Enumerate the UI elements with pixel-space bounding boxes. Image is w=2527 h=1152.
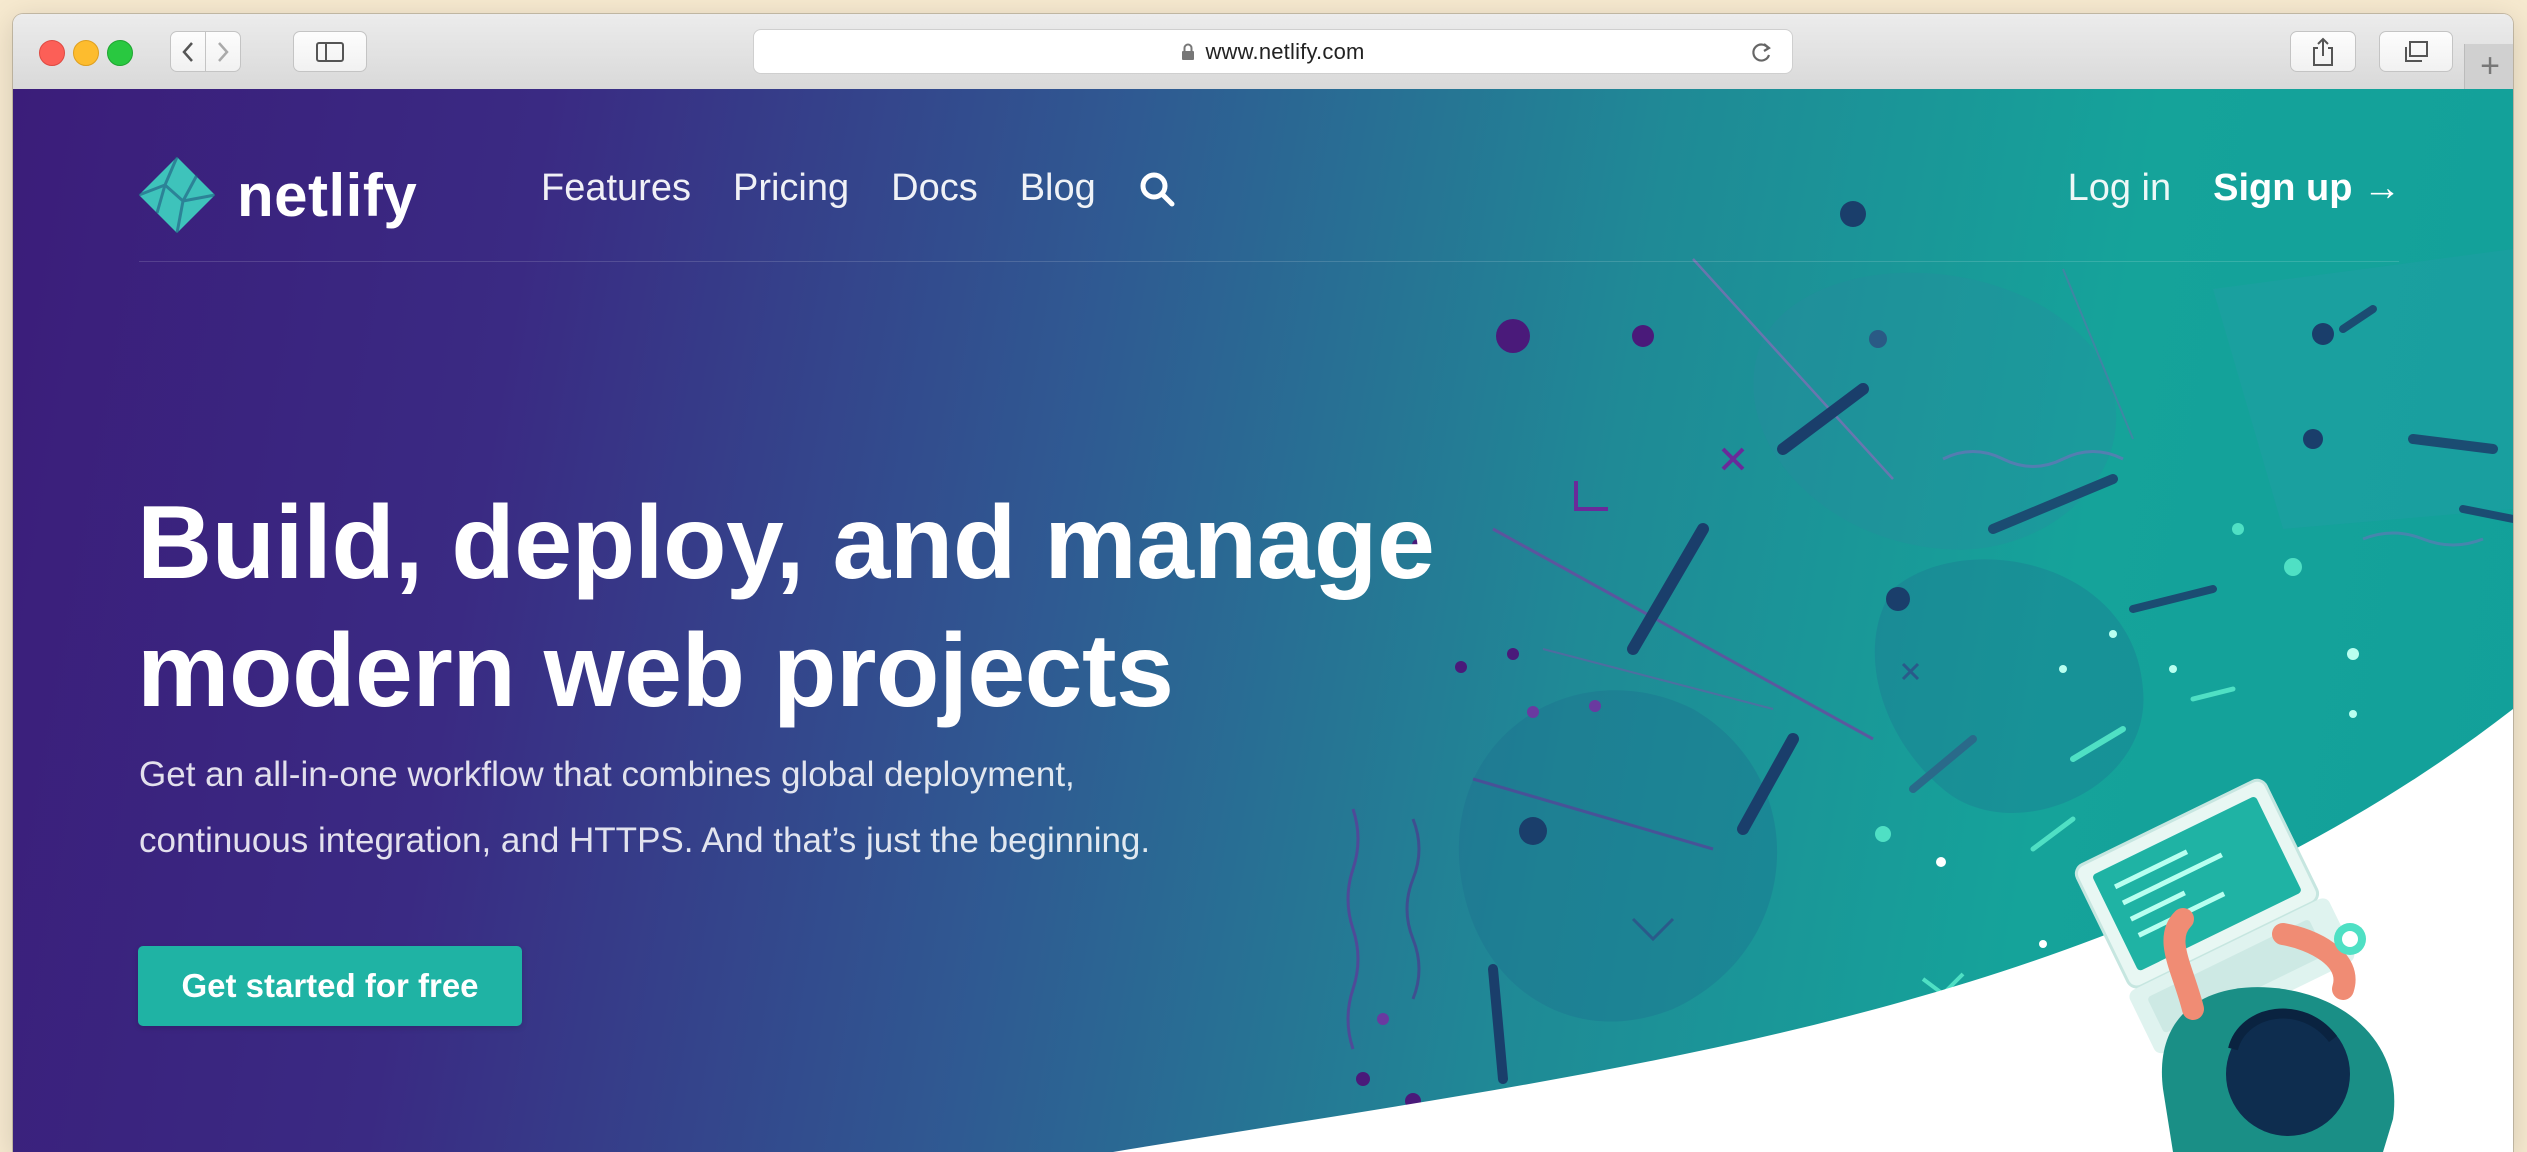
- login-link[interactable]: Log in: [2068, 167, 2172, 210]
- hero-subtitle-line1: Get an all-in-one workflow that combines…: [139, 755, 1075, 794]
- browser-window: www.netlify.com + netlify Features Prici…: [13, 14, 2513, 1152]
- nav-docs[interactable]: Docs: [891, 167, 978, 210]
- nav-features[interactable]: Features: [541, 167, 691, 210]
- brand-name: netlify: [237, 161, 418, 229]
- tabs-overview-button[interactable]: [2379, 31, 2453, 72]
- back-icon: [182, 41, 193, 62]
- hero-headline: Build, deploy, and manage modern web pro…: [137, 479, 1435, 735]
- search-icon[interactable]: [1138, 170, 1176, 208]
- main-nav: Features Pricing Docs Blog: [541, 167, 1176, 210]
- tabs-icon: [2405, 40, 2428, 62]
- nav-divider: [139, 261, 2399, 262]
- hero-headline-line1: Build, deploy, and manage: [137, 485, 1435, 601]
- url-text: www.netlify.com: [1205, 38, 1365, 64]
- sidebar-button[interactable]: [293, 31, 367, 72]
- sidebar-icon: [316, 41, 344, 62]
- forward-button[interactable]: [205, 31, 241, 72]
- reload-icon[interactable]: [1748, 39, 1774, 65]
- hero-headline-line2: modern web projects: [137, 613, 1174, 729]
- hero-subtitle: Get an all-in-one workflow that combines…: [139, 742, 1399, 874]
- address-bar[interactable]: www.netlify.com: [753, 29, 1793, 74]
- hero-subtitle-line2: continuous integration, and HTTPS. And t…: [139, 821, 1151, 860]
- forward-icon: [218, 41, 229, 62]
- browser-toolbar: www.netlify.com +: [13, 14, 2513, 90]
- get-started-button[interactable]: Get started for free: [138, 946, 522, 1026]
- auth-nav: Log in Sign up →: [2068, 167, 2401, 210]
- back-button[interactable]: [170, 31, 206, 72]
- netlify-homepage: netlify Features Pricing Docs Blog Log i…: [13, 89, 2513, 1152]
- netlify-logo-icon: [138, 156, 216, 234]
- signup-link[interactable]: Sign up →: [2213, 167, 2401, 210]
- netlify-logo[interactable]: netlify: [137, 155, 417, 235]
- share-button[interactable]: [2290, 31, 2356, 72]
- share-icon: [2313, 37, 2333, 66]
- zoom-window-button[interactable]: [107, 40, 133, 66]
- nav-pricing[interactable]: Pricing: [733, 167, 849, 210]
- minimize-window-button[interactable]: [73, 40, 99, 66]
- nav-blog[interactable]: Blog: [1020, 167, 1096, 210]
- lock-icon: [1182, 43, 1195, 60]
- new-tab-button[interactable]: +: [2464, 44, 2513, 89]
- close-window-button[interactable]: [39, 40, 65, 66]
